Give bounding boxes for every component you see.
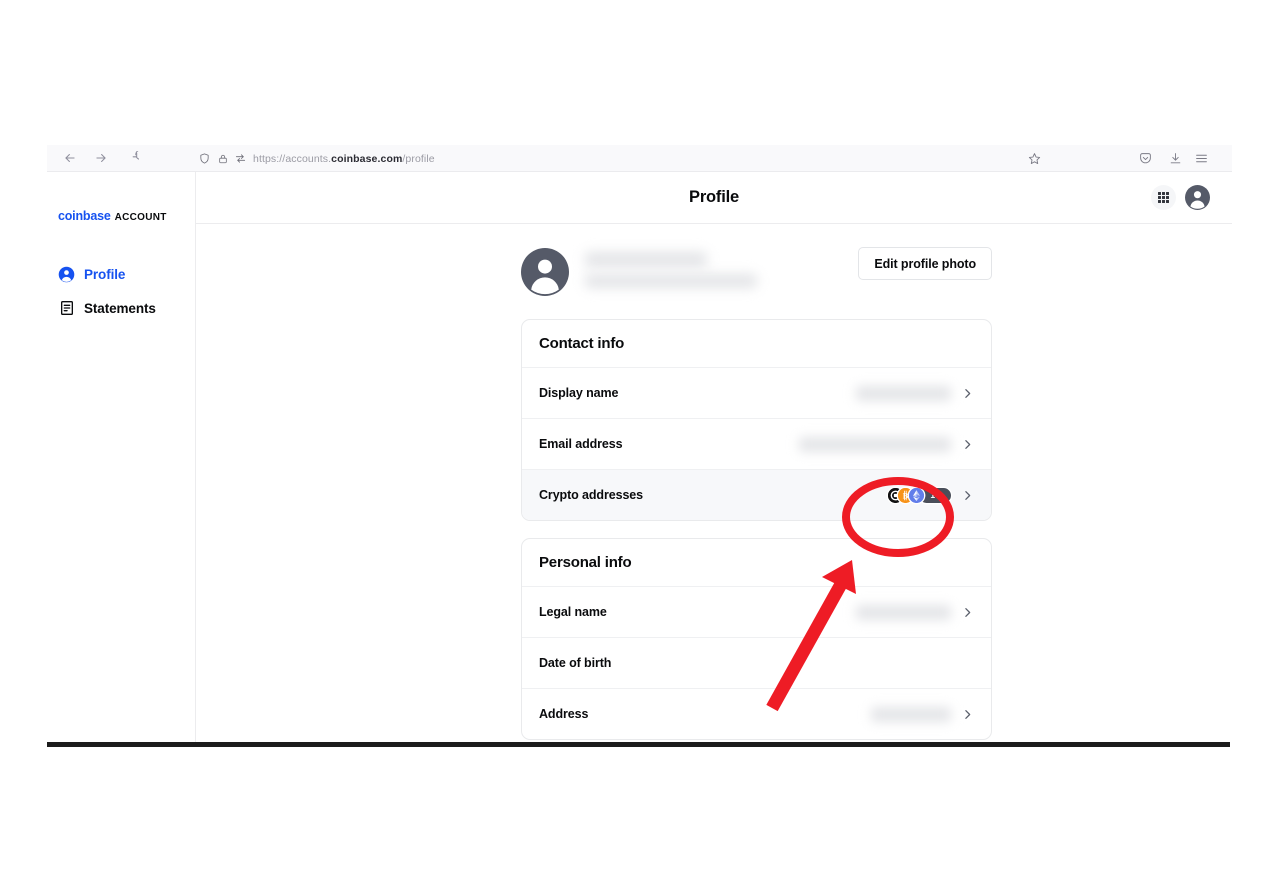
row-label: Display name bbox=[539, 386, 619, 400]
sidebar-item-statements[interactable]: Statements bbox=[58, 291, 188, 325]
row-legal-name[interactable]: Legal name bbox=[522, 587, 991, 638]
row-label: Date of birth bbox=[539, 656, 612, 670]
profile-name-redacted bbox=[585, 250, 760, 294]
navigation-buttons bbox=[62, 151, 139, 166]
sidebar: coinbase ACCOUNT Profile Statements bbox=[47, 172, 196, 745]
row-value-redacted bbox=[856, 604, 951, 620]
url-domain: coinbase.com bbox=[331, 152, 403, 165]
coinbase-account-logo[interactable]: coinbase ACCOUNT bbox=[58, 209, 167, 223]
main-scroll-area: Edit profile photo Contact info Display … bbox=[196, 224, 1232, 745]
brand-product: ACCOUNT bbox=[114, 212, 167, 223]
sidebar-item-profile[interactable]: Profile bbox=[58, 257, 188, 291]
hamburger-menu-icon[interactable] bbox=[1188, 148, 1214, 170]
shield-icon[interactable] bbox=[199, 153, 210, 164]
lock-icon[interactable] bbox=[217, 153, 228, 164]
url-text: https://accounts.coinbase.com/profile bbox=[253, 153, 435, 165]
edit-profile-photo-button[interactable]: Edit profile photo bbox=[858, 247, 992, 280]
chevron-right-icon bbox=[961, 489, 974, 502]
redacted-value bbox=[799, 436, 951, 452]
url-path: /profile bbox=[402, 152, 435, 165]
contact-info-card: Contact info Display name Email address … bbox=[521, 319, 992, 521]
row-label: Crypto addresses bbox=[539, 488, 643, 502]
row-label: Address bbox=[539, 707, 589, 721]
row-value-coin-cluster: B 14 bbox=[887, 487, 951, 503]
row-display-name[interactable]: Display name bbox=[522, 368, 991, 419]
chevron-right-icon bbox=[961, 606, 974, 619]
row-address[interactable]: Address bbox=[522, 689, 991, 739]
row-label: Email address bbox=[539, 437, 623, 451]
pocket-save-icon[interactable] bbox=[1132, 148, 1158, 170]
ethereum-coin bbox=[908, 487, 924, 503]
content-area: Profile Edit profile photo Contact info … bbox=[196, 172, 1232, 745]
download-icon[interactable] bbox=[1162, 148, 1188, 170]
page-title: Profile bbox=[689, 188, 739, 206]
document-icon bbox=[58, 300, 75, 317]
apps-grid-icon[interactable] bbox=[1151, 185, 1176, 210]
row-value-redacted bbox=[856, 385, 951, 401]
web-page: coinbase ACCOUNT Profile Statements Prof… bbox=[47, 172, 1232, 745]
apps-grid-dots bbox=[1158, 192, 1169, 203]
reload-icon[interactable] bbox=[124, 151, 139, 166]
redacted-value bbox=[856, 385, 951, 401]
user-avatar-icon[interactable] bbox=[1185, 185, 1210, 210]
chevron-right-icon bbox=[961, 387, 974, 400]
url-prefix: https://accounts. bbox=[253, 152, 332, 165]
redacted-value bbox=[856, 604, 951, 620]
chevron-right-icon bbox=[961, 438, 974, 451]
person-circle-icon bbox=[58, 266, 75, 283]
arrow-right-icon[interactable] bbox=[93, 151, 108, 166]
screenshot-root: https://accounts.coinbase.com/profile co… bbox=[0, 0, 1263, 893]
card-title: Personal info bbox=[522, 539, 991, 587]
row-date-of-birth[interactable]: Date of birth bbox=[522, 638, 991, 689]
header-actions bbox=[1151, 185, 1210, 210]
row-value-redacted bbox=[871, 706, 951, 722]
star-icon[interactable] bbox=[1021, 148, 1047, 170]
sidebar-item-label: Profile bbox=[84, 266, 126, 282]
browser-toolbar: https://accounts.coinbase.com/profile bbox=[47, 145, 1232, 172]
browser-window: https://accounts.coinbase.com/profile co… bbox=[47, 145, 1232, 745]
page-header: Profile bbox=[196, 172, 1232, 224]
brand-name: coinbase bbox=[58, 209, 111, 223]
page-bottom-edge bbox=[47, 742, 1230, 747]
container-tab-icon[interactable] bbox=[235, 153, 246, 164]
row-label: Legal name bbox=[539, 605, 607, 619]
row-crypto-addresses[interactable]: Crypto addresses B 14 bbox=[522, 470, 991, 520]
redacted-value bbox=[871, 706, 951, 722]
address-bar[interactable]: https://accounts.coinbase.com/profile bbox=[199, 148, 959, 169]
sidebar-nav: Profile Statements bbox=[58, 257, 188, 325]
toolbar-right-icons bbox=[1021, 145, 1232, 172]
arrow-left-icon[interactable] bbox=[62, 151, 77, 166]
chevron-right-icon bbox=[961, 708, 974, 721]
row-email-address[interactable]: Email address bbox=[522, 419, 991, 470]
sidebar-item-label: Statements bbox=[84, 300, 156, 316]
crypto-address-badge-cluster: B 14 bbox=[887, 487, 951, 503]
row-value-redacted bbox=[799, 436, 951, 452]
personal-info-card: Personal info Legal name Date of birth A… bbox=[521, 538, 992, 740]
profile-header-row: Edit profile photo bbox=[521, 224, 992, 319]
avatar[interactable] bbox=[521, 247, 569, 296]
crypto-address-count-badge: 14 bbox=[919, 487, 951, 503]
card-title: Contact info bbox=[522, 320, 991, 368]
profile-column: Edit profile photo Contact info Display … bbox=[521, 224, 992, 745]
